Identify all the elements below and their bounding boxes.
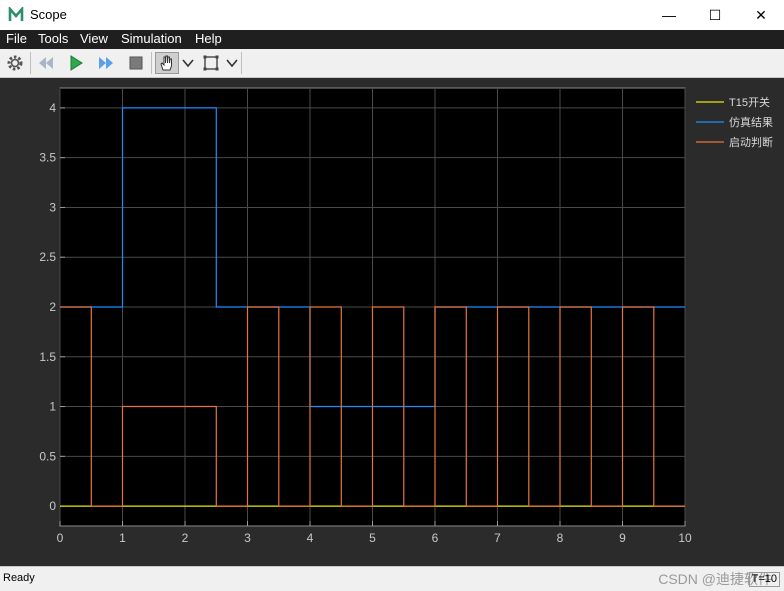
y-tick-label: 1 [49, 400, 56, 414]
toolbar-separator [241, 52, 242, 74]
x-tick-label: 0 [57, 531, 64, 545]
legend-label: T15开关 [729, 95, 770, 109]
chevron-down-icon[interactable] [181, 53, 195, 73]
menu-bar: File Tools View Simulation Help [0, 30, 784, 49]
status-text: Ready [3, 572, 35, 584]
step-forward-icon[interactable] [96, 53, 116, 73]
menu-file[interactable]: File [6, 31, 27, 46]
y-tick-label: 0 [49, 499, 56, 513]
x-tick-label: 6 [432, 531, 439, 545]
stop-icon[interactable] [126, 53, 146, 73]
y-tick-label: 0.5 [39, 449, 56, 463]
x-tick-label: 9 [619, 531, 626, 545]
x-tick-label: 3 [244, 531, 251, 545]
step-back-icon[interactable] [36, 53, 56, 73]
menu-help[interactable]: Help [195, 31, 222, 46]
legend[interactable]: T15开关仿真结果启动判断 [696, 95, 773, 149]
scope-plot[interactable]: 0 1 2 3 4 5 6 7 8 9 10 0 0.5 1 1.5 2 2.5 3 3.5 4 T15开关仿真结果启… [0, 78, 784, 566]
x-tick-label: 10 [678, 531, 692, 545]
menu-tools[interactable]: Tools [38, 31, 68, 46]
title-bar: Scope — ☐ ✕ [0, 0, 784, 30]
y-tick-label: 3.5 [39, 151, 56, 165]
minimize-button[interactable]: — [646, 0, 692, 30]
chevron-down-icon[interactable] [225, 53, 239, 73]
sim-time-indicator: T=10 [748, 572, 780, 587]
legend-label: 仿真结果 [729, 115, 773, 129]
toolbar-separator [30, 52, 31, 74]
menu-simulation[interactable]: Simulation [121, 31, 182, 46]
run-icon[interactable] [66, 53, 86, 73]
y-tick-label: 1.5 [39, 350, 56, 364]
pan-hand-icon [160, 55, 172, 71]
scope-canvas: 0 1 2 3 4 5 6 7 8 9 10 0 0.5 1 1.5 2 2.5 3 3.5 4 T15开关仿真结果启… [0, 78, 784, 566]
x-tick-label: 2 [182, 531, 189, 545]
toolbar [0, 49, 784, 78]
x-tick-label: 8 [557, 531, 564, 545]
y-tick-label: 2.5 [39, 250, 56, 264]
x-tick-label: 1 [119, 531, 126, 545]
y-tick-label: 4 [49, 101, 56, 115]
close-button[interactable]: ✕ [738, 0, 784, 30]
x-tick-label: 5 [369, 531, 376, 545]
status-bar: Ready CSDN @迪捷软件 T=10 [0, 566, 784, 591]
x-tick-label: 4 [307, 531, 314, 545]
legend-label: 启动判断 [729, 135, 773, 149]
menu-view[interactable]: View [80, 31, 108, 46]
zoom-box-icon[interactable] [201, 53, 221, 73]
matlab-scope-icon [8, 7, 24, 21]
y-tick-label: 3 [49, 200, 56, 214]
x-tick-label: 7 [494, 531, 501, 545]
y-tick-label: 2 [49, 300, 56, 314]
window-title: Scope [30, 7, 67, 22]
pan-hand-button[interactable] [155, 52, 179, 74]
gear-icon[interactable] [5, 53, 25, 73]
toolbar-separator [151, 52, 152, 74]
maximize-button[interactable]: ☐ [692, 0, 738, 30]
